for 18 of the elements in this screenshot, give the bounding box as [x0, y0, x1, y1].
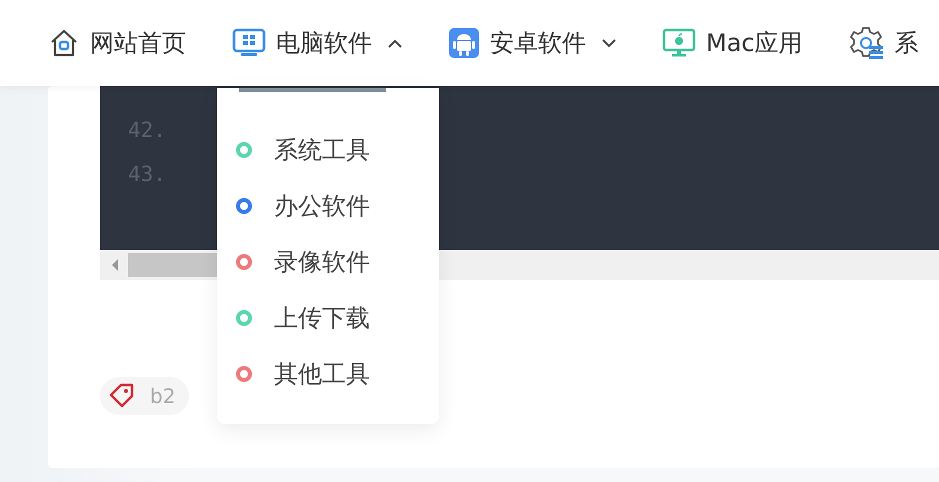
- menu-item[interactable]: 系统工具: [236, 133, 439, 166]
- menu-item[interactable]: 办公软件: [236, 189, 439, 222]
- android-icon: [448, 27, 480, 59]
- tag-icon: [108, 382, 136, 410]
- menu-item[interactable]: 其他工具: [236, 357, 439, 390]
- caret-icon: [388, 38, 402, 48]
- menu-item[interactable]: 录像软件: [236, 245, 439, 278]
- nav-item[interactable]: 网站首页: [48, 27, 186, 59]
- nav-item[interactable]: 系: [848, 26, 919, 60]
- monitor-icon: [232, 27, 266, 59]
- scroll-left-icon[interactable]: [112, 259, 118, 271]
- nav-item[interactable]: 电脑软件: [232, 27, 402, 59]
- nav-item[interactable]: 安卓软件: [448, 27, 616, 59]
- apple-monitor-icon: [662, 27, 696, 59]
- gear-icon: [848, 26, 885, 60]
- nav-item[interactable]: Mac应用: [662, 27, 803, 59]
- menu-item[interactable]: 上传下载: [236, 301, 439, 334]
- caret-icon: [602, 38, 616, 48]
